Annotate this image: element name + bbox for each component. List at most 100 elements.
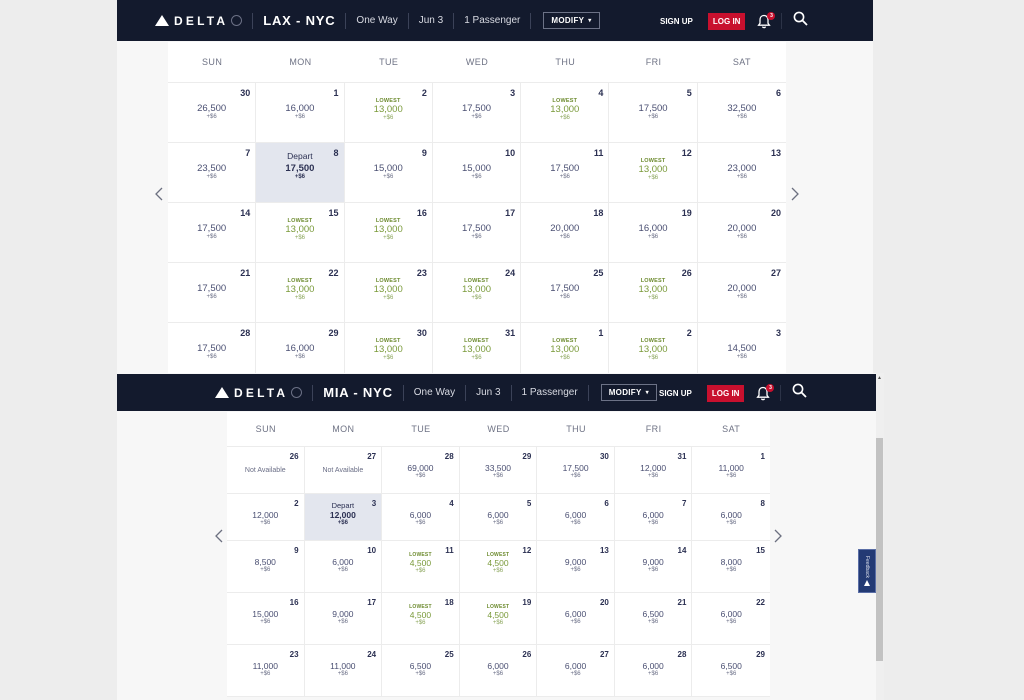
calendar-day[interactable]: 1 11,000 +$6 <box>692 447 770 494</box>
delta-logo[interactable]: DELTA <box>155 14 243 28</box>
calendar-day[interactable]: 11 17,500 +$6 <box>521 143 610 203</box>
notifications-button[interactable]: 3 <box>756 383 775 401</box>
tax-fee: +$6 <box>570 520 581 526</box>
calendar-day[interactable]: 30 17,500 +$6 <box>537 447 615 494</box>
calendar-day[interactable]: 18 LOWEST 4,500 +$6 <box>382 593 460 645</box>
tax-fee: +$6 <box>726 567 737 573</box>
next-month-button[interactable] <box>773 529 783 543</box>
calendar-day[interactable]: 6 6,000 +$6 <box>537 494 615 541</box>
calendar-day[interactable]: 30 26,500 +$6 <box>168 83 257 143</box>
calendar-day[interactable]: 3 14,500 +$6 <box>698 323 786 373</box>
calendar-day[interactable]: 30 LOWEST 13,000 +$6 <box>345 323 433 373</box>
log-in-button[interactable]: LOG IN <box>706 384 745 402</box>
calendar-day[interactable]: 15 8,000 +$6 <box>692 541 770 593</box>
calendar-day[interactable]: 23 11,000 +$6 <box>227 645 305 697</box>
calendar-day[interactable]: 2 12,000 +$6 <box>227 494 305 541</box>
calendar-day[interactable]: 14 9,000 +$6 <box>614 541 693 593</box>
feedback-tab[interactable]: Feedback <box>858 549 876 593</box>
calendar-day[interactable]: 16 LOWEST 13,000 +$6 <box>344 203 433 263</box>
calendar-day[interactable]: 17 9,000 +$6 <box>304 593 383 645</box>
calendar-day[interactable]: 29 6,500 +$6 <box>692 645 770 697</box>
calendar-day[interactable]: 9 8,500 +$6 <box>227 541 305 593</box>
calendar-day[interactable]: 9 15,000 +$6 <box>344 143 433 203</box>
weekday-label: SUN <box>255 424 276 434</box>
day-number: 16 <box>416 208 427 218</box>
calendar-day[interactable]: 23 LOWEST 13,000 +$6 <box>344 263 433 323</box>
next-month-button[interactable] <box>790 187 800 201</box>
calendar-day[interactable]: 22 6,000 +$6 <box>692 593 770 645</box>
calendar-day[interactable]: 12 LOWEST 13,000 +$6 <box>609 143 698 203</box>
calendar-day[interactable]: 16 15,000 +$6 <box>227 593 305 645</box>
calendar-day[interactable]: 4 LOWEST 13,000 +$6 <box>521 83 610 143</box>
calendar-day[interactable]: 28 69,000 +$6 <box>382 447 460 494</box>
calendar-day[interactable]: 22 LOWEST 13,000 +$6 <box>256 263 345 323</box>
calendar-day[interactable]: 28 17,500 +$6 <box>168 323 257 373</box>
delta-logo[interactable]: DELTA <box>215 386 303 400</box>
sign-up-link[interactable]: SIGN UP <box>659 389 692 398</box>
calendar-day[interactable]: 19 LOWEST 4,500 +$6 <box>459 593 538 645</box>
divider <box>780 385 782 401</box>
calendar-day[interactable]: 31 12,000 +$6 <box>614 447 693 494</box>
tax-fee: +$6 <box>471 355 482 361</box>
previous-month-button[interactable] <box>214 529 224 543</box>
calendar-day[interactable]: 12 LOWEST 4,500 +$6 <box>459 541 538 593</box>
calendar-day[interactable]: 27 6,000 +$6 <box>537 645 615 697</box>
calendar-day[interactable]: 26 6,000 +$6 <box>459 645 538 697</box>
weekday-label: MON <box>289 57 312 67</box>
miles-price: 13,000 <box>638 344 668 355</box>
calendar-day[interactable]: 10 15,000 +$6 <box>432 143 522 203</box>
calendar-day[interactable]: 1 LOWEST 13,000 +$6 <box>521 323 610 373</box>
not-available-label: Not Available <box>244 467 286 474</box>
calendar-day[interactable]: 20 6,000 +$6 <box>537 593 615 645</box>
calendar-day[interactable]: 21 17,500 +$6 <box>168 263 257 323</box>
calendar-day[interactable]: 2 LOWEST 13,000 +$6 <box>344 83 433 143</box>
calendar-day[interactable]: 2 LOWEST 13,000 +$6 <box>609 323 698 373</box>
calendar-day-selected[interactable]: 8 Depart 17,500 +$6 <box>256 143 345 203</box>
calendar-day[interactable]: 27 20,000 +$6 <box>697 263 786 323</box>
fare-calendar: SUN MON TUE WED THU FRI SAT 26 Not Available 27 N… <box>227 412 770 697</box>
scrollbar-thumb[interactable] <box>876 438 883 661</box>
calendar-day[interactable]: 4 6,000 +$6 <box>382 494 460 541</box>
day-number: 15 <box>328 208 339 218</box>
scroll-up-arrow-icon[interactable]: ▲ <box>877 375 882 381</box>
calendar-day[interactable]: 25 17,500 +$6 <box>521 263 610 323</box>
calendar-day[interactable]: 29 33,500 +$6 <box>459 447 538 494</box>
log-in-button[interactable]: LOG IN <box>707 12 746 30</box>
calendar-day[interactable]: 15 LOWEST 13,000 +$6 <box>256 203 345 263</box>
calendar-day[interactable]: 7 6,000 +$6 <box>614 494 693 541</box>
sign-up-link[interactable]: SIGN UP <box>660 17 693 26</box>
calendar-day[interactable]: 26 LOWEST 13,000 +$6 <box>609 263 698 323</box>
notifications-button[interactable]: 3 <box>757 11 776 29</box>
calendar-day[interactable]: 6 32,500 +$6 <box>697 83 786 143</box>
calendar-day-selected[interactable]: 3 Depart 12,000 +$6 <box>304 494 383 541</box>
calendar-day[interactable]: 11 LOWEST 4,500 +$6 <box>382 541 460 593</box>
page-scrollbar[interactable]: ▲ <box>876 373 884 700</box>
calendar-day[interactable]: 5 17,500 +$6 <box>609 83 698 143</box>
calendar-day[interactable]: 18 20,000 +$6 <box>521 203 610 263</box>
calendar-day[interactable]: 31 LOWEST 13,000 +$6 <box>433 323 522 373</box>
modify-button[interactable]: MODIFY ▾ <box>543 12 600 29</box>
calendar-day[interactable]: 21 6,500 +$6 <box>614 593 693 645</box>
calendar-day[interactable]: 8 6,000 +$6 <box>692 494 770 541</box>
modify-button[interactable]: MODIFY ▾ <box>600 384 657 401</box>
calendar-day[interactable]: 24 11,000 +$6 <box>304 645 383 697</box>
calendar-day[interactable]: 24 LOWEST 13,000 +$6 <box>432 263 522 323</box>
calendar-day[interactable]: 14 17,500 +$6 <box>168 203 257 263</box>
calendar-day[interactable]: 10 6,000 +$6 <box>304 541 383 593</box>
calendar-day[interactable]: 7 23,500 +$6 <box>168 143 257 203</box>
trip-type: One Way <box>356 15 398 26</box>
calendar-day[interactable]: 3 17,500 +$6 <box>432 83 522 143</box>
calendar-day[interactable]: 29 16,000 +$6 <box>256 323 345 373</box>
calendar-day[interactable]: 19 16,000 +$6 <box>609 203 698 263</box>
calendar-day[interactable]: 20 20,000 +$6 <box>697 203 786 263</box>
previous-month-button[interactable] <box>154 187 164 201</box>
calendar-day[interactable]: 13 23,000 +$6 <box>697 143 786 203</box>
calendar-day[interactable]: 25 6,500 +$6 <box>382 645 460 697</box>
calendar-day[interactable]: 17 17,500 +$6 <box>432 203 522 263</box>
search-button[interactable] <box>793 11 809 31</box>
calendar-day[interactable]: 13 9,000 +$6 <box>537 541 615 593</box>
calendar-day[interactable]: 1 16,000 +$6 <box>256 83 345 143</box>
calendar-day[interactable]: 28 6,000 +$6 <box>614 645 693 697</box>
search-button[interactable] <box>792 383 808 403</box>
calendar-day[interactable]: 5 6,000 +$6 <box>459 494 538 541</box>
